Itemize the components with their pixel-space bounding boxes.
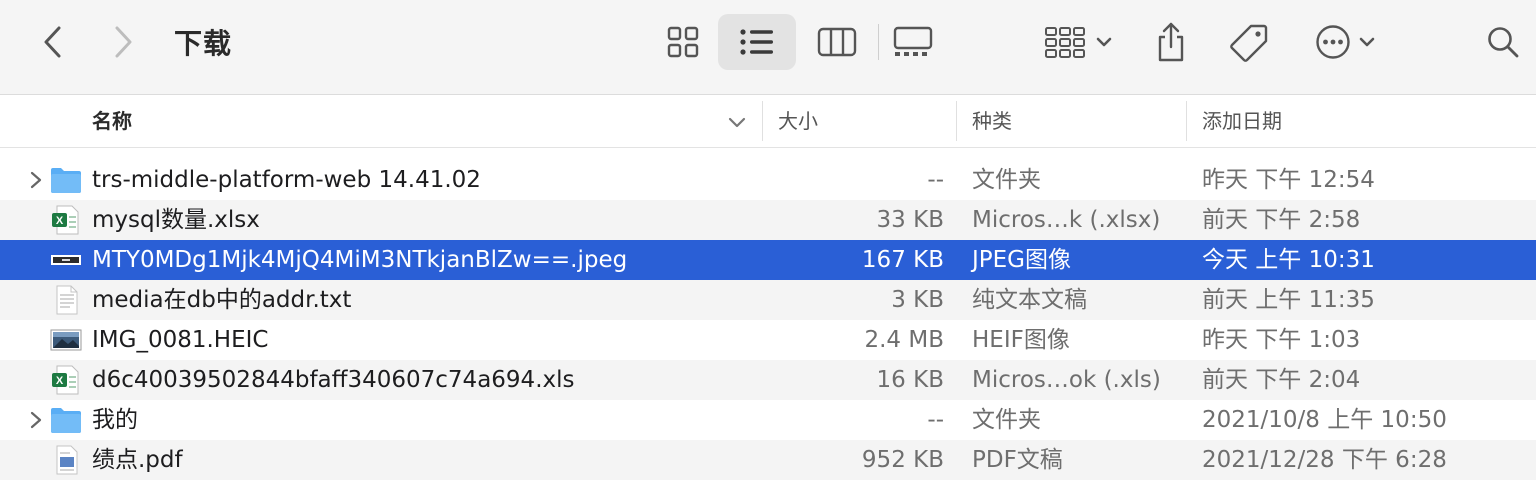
file-size: -- [927,407,944,433]
file-date-added: 2021/12/28 下午 6:28 [1202,447,1447,473]
disclosure-triangle-icon[interactable] [26,410,46,430]
tag-button[interactable] [1226,16,1272,68]
file-name: MTY0MDg1Mjk4MjQ4MiM3NTkjanBlZw==.jpeg [92,247,628,273]
column-header: 名称 大小 种类 添加日期 [0,95,1536,148]
search-icon [1488,27,1519,58]
file-kind: Micros…k (.xlsx) [972,207,1161,233]
file-row[interactable]: trs-middle-platform-web 14.41.02 -- 文件夹 … [0,160,1536,200]
column-header-size[interactable]: 大小 [778,95,818,147]
file-row[interactable]: media在db中的addr.txt 3 KB 纯文本文稿 前天 上午 11:3… [0,280,1536,320]
file-kind: 纯文本文稿 [972,287,1087,313]
group-by-button[interactable] [1040,18,1118,66]
file-size: 2.4 MB [864,327,944,353]
group-by-icon [1045,27,1085,58]
share-icon [1158,22,1184,62]
folder-icon [51,408,81,433]
window-title: 下载 [174,27,233,60]
file-kind: 文件夹 [972,407,1041,433]
pdf-file-icon [56,445,78,475]
file-date-added: 2021/10/8 上午 10:50 [1202,407,1447,433]
file-list: trs-middle-platform-web 14.41.02 -- 文件夹 … [0,160,1536,480]
gallery-icon [893,26,933,56]
back-button[interactable] [30,20,76,64]
file-date-added: 前天 上午 11:35 [1202,287,1375,313]
icon-view-button[interactable] [660,18,706,66]
svg-text:X: X [56,375,64,387]
file-size: 3 KB [891,287,944,313]
file-kind: JPEG图像 [972,247,1072,273]
file-row[interactable]: IMG_0081.HEIC 2.4 MB HEIF图像 昨天 下午 1:03 [0,320,1536,360]
file-date-added: 昨天 下午 1:03 [1202,327,1361,353]
file-name: trs-middle-platform-web 14.41.02 [92,167,481,193]
file-name: 我的 [92,407,138,433]
forward-button[interactable] [100,20,146,64]
file-kind: HEIF图像 [972,327,1070,353]
disclosure-triangle-icon[interactable] [26,170,46,190]
text-file-icon [56,285,78,315]
chevron-down-icon [1359,37,1375,47]
search-button[interactable] [1480,18,1526,66]
chevron-left-icon [44,26,61,58]
file-row[interactable]: X d6c40039502844bfaff340607c74a694.xls 1… [0,360,1536,400]
file-kind: Micros…ok (.xls) [972,367,1161,393]
file-row[interactable]: X mysql数量.xlsx 33 KB Micros…k (.xlsx) 前天… [0,200,1536,240]
file-size: 167 KB [861,247,944,273]
excel-file-icon: X [52,365,79,395]
file-row-selected[interactable]: MTY0MDg1Mjk4MjQ4MiM3NTkjanBlZw==.jpeg 16… [0,240,1536,280]
chevron-right-icon [115,26,132,58]
file-row[interactable]: 我的 -- 文件夹 2021/10/8 上午 10:50 [0,400,1536,440]
file-date-added: 前天 下午 2:58 [1202,207,1361,233]
file-name: mysql数量.xlsx [92,207,260,233]
file-size: 33 KB [876,207,944,233]
tag-icon [1230,24,1268,62]
column-divider[interactable] [1186,101,1187,141]
file-kind: PDF文稿 [972,447,1063,473]
column-header-kind[interactable]: 种类 [972,95,1012,147]
file-name: 绩点.pdf [92,447,183,473]
file-date-added: 前天 下午 2:04 [1202,367,1361,393]
more-actions-button[interactable] [1308,18,1384,66]
file-name: d6c40039502844bfaff340607c74a694.xls [92,367,575,393]
file-size: -- [927,167,944,193]
file-name: media在db中的addr.txt [92,287,352,313]
column-view-button[interactable] [812,18,862,66]
file-row[interactable]: 绩点.pdf 952 KB PDF文稿 2021/12/28 下午 6:28 [0,440,1536,480]
toolbar: 下载 [0,0,1536,95]
jpeg-thumbnail-icon [51,255,81,265]
grid-icon [667,26,699,58]
file-kind: 文件夹 [972,167,1041,193]
gallery-view-button[interactable] [886,18,940,66]
column-divider[interactable] [762,101,763,141]
folder-icon [51,168,81,193]
svg-text:X: X [56,215,64,227]
file-size: 952 KB [861,447,944,473]
excel-file-icon: X [52,205,79,235]
column-header-date-added[interactable]: 添加日期 [1202,95,1282,147]
column-divider[interactable] [956,101,957,141]
list-view-button[interactable] [718,14,796,70]
file-date-added: 昨天 下午 12:54 [1202,167,1375,193]
list-icon [740,29,773,55]
share-button[interactable] [1150,16,1192,68]
file-name: IMG_0081.HEIC [92,327,269,353]
file-date-added: 今天 上午 10:31 [1202,247,1375,273]
columns-icon [817,27,857,57]
image-thumbnail-icon [50,329,82,351]
column-header-name[interactable]: 名称 [92,95,132,147]
toolbar-divider [878,24,879,60]
sort-chevron-down-icon[interactable] [724,109,750,135]
chevron-down-icon [1096,37,1112,47]
file-size: 16 KB [876,367,944,393]
ellipsis-circle-icon [1316,25,1350,59]
